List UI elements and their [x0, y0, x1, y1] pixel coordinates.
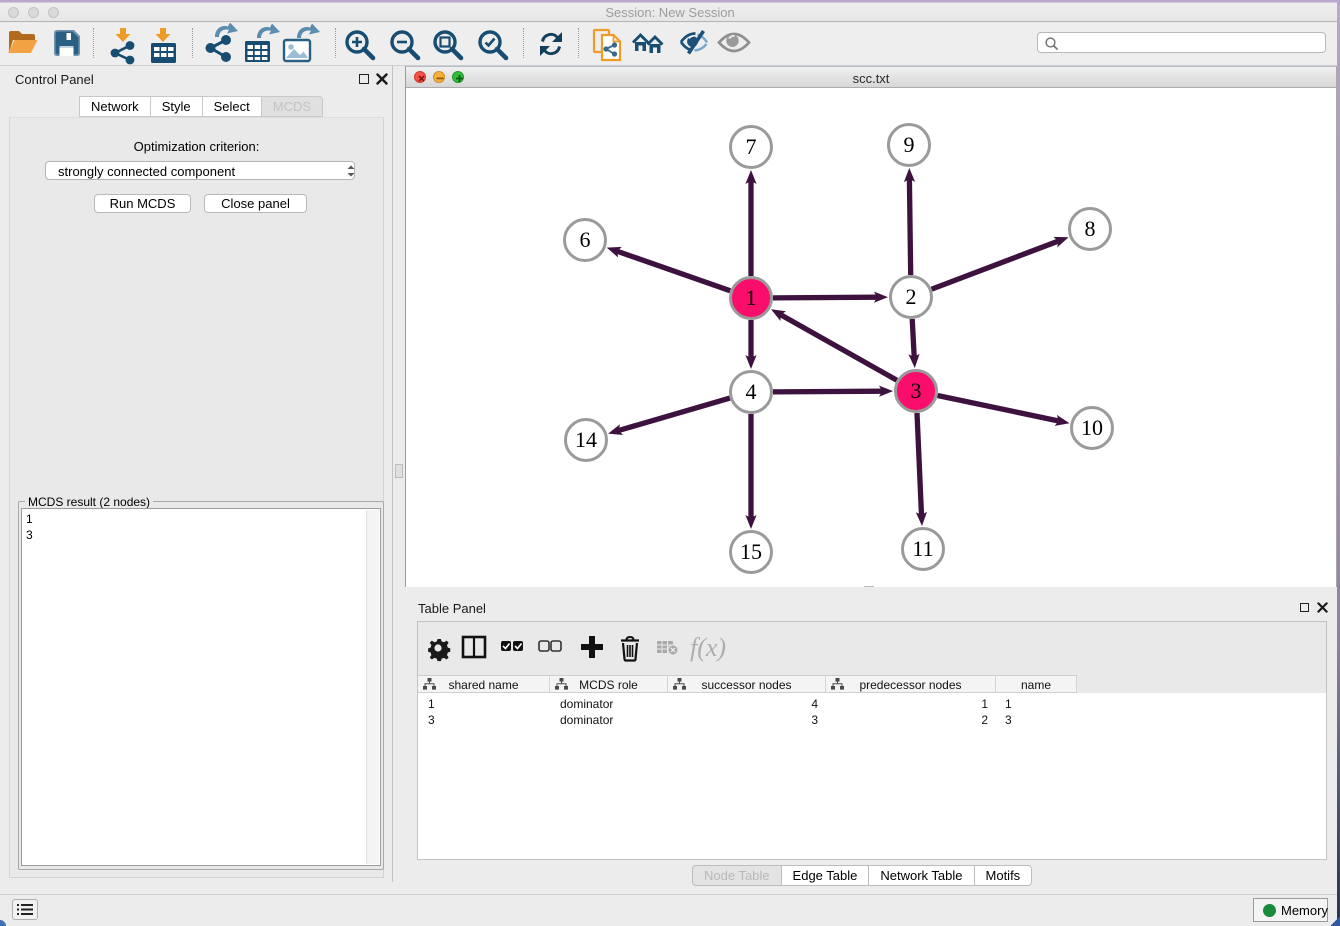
svg-text:8: 8 [1085, 216, 1096, 241]
svg-text:1: 1 [746, 285, 757, 310]
svg-text:15: 15 [740, 539, 762, 564]
svg-text:10: 10 [1081, 415, 1103, 440]
svg-text:2: 2 [906, 284, 917, 309]
svg-text:6: 6 [580, 227, 591, 252]
svg-text:11: 11 [912, 536, 933, 561]
svg-text:f(x): f(x) [690, 633, 726, 662]
svg-text:9: 9 [904, 132, 915, 157]
svg-text:14: 14 [575, 427, 597, 452]
svg-text:4: 4 [746, 379, 757, 404]
svg-text:7: 7 [746, 134, 757, 159]
svg-text:3: 3 [911, 378, 922, 403]
